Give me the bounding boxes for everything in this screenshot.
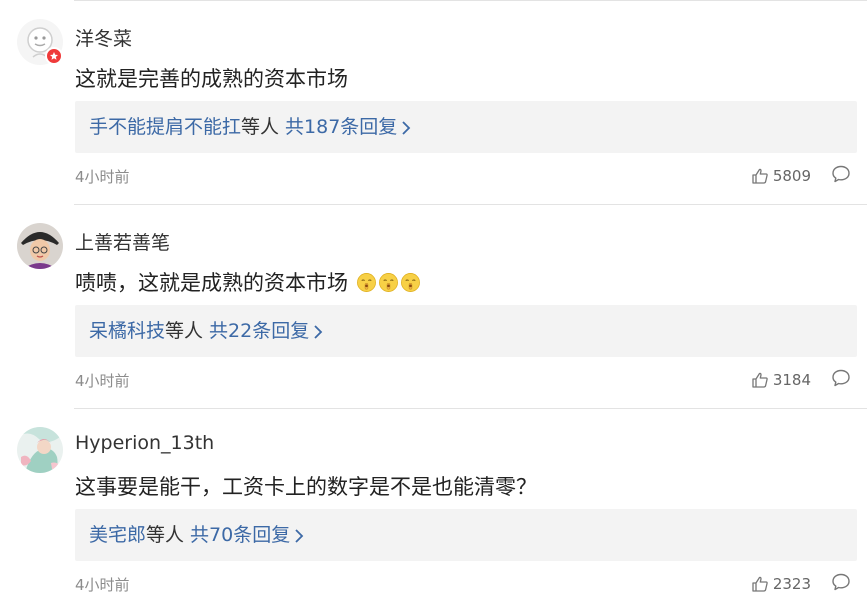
- username[interactable]: 上善若善笔: [75, 228, 170, 255]
- timestamp: 4小时前: [75, 576, 130, 594]
- reply-user-names[interactable]: 美宅郎: [89, 524, 146, 546]
- chevron-right-icon: [314, 324, 323, 339]
- reply-user-names[interactable]: 呆橘科技: [89, 320, 165, 342]
- comment-text: 这事要是能干，工资卡上的数字是不是也能清零？: [75, 475, 537, 499]
- comment-bubble-icon[interactable]: [831, 368, 851, 392]
- comment-item: 上善若善笔 啧啧，这就是成熟的资本市场 呆橘科技等人 共22条回复 4小时前 31…: [0, 204, 867, 408]
- chevron-right-icon: [295, 528, 304, 543]
- reply-count-link[interactable]: 共187条回复: [285, 116, 397, 138]
- reply-etc-label: 等人: [165, 320, 204, 342]
- username[interactable]: Hyperion_13th: [75, 432, 214, 454]
- reply-count-link[interactable]: 共70条回复: [190, 524, 290, 546]
- username[interactable]: 洋冬菜: [75, 24, 132, 51]
- thumbs-up-icon: [752, 576, 768, 592]
- comment-item: 洋冬菜 这就是完善的成熟的资本市场 手不能提肩不能扛等人 共187条回复 4小时前…: [0, 0, 867, 204]
- comment-bubble-icon[interactable]: [831, 164, 851, 188]
- divider: [74, 204, 867, 205]
- reply-user-names[interactable]: 手不能提肩不能扛: [89, 116, 241, 138]
- avatar[interactable]: [17, 223, 63, 269]
- comment-bubble-icon[interactable]: [831, 572, 851, 596]
- reply-etc-label: 等人: [146, 524, 185, 546]
- comment-item: Hyperion_13th 这事要是能干，工资卡上的数字是不是也能清零？ 美宅郎…: [0, 408, 867, 612]
- shush-emoji-icon: [400, 273, 420, 292]
- like-button[interactable]: 3184: [751, 369, 811, 391]
- timestamp: 4小时前: [75, 372, 130, 390]
- thumbs-up-icon: [752, 168, 768, 184]
- like-count: 3184: [772, 371, 811, 389]
- shush-emoji-icon: [356, 273, 376, 292]
- avatar[interactable]: [17, 427, 63, 473]
- vip-badge-icon: [45, 47, 63, 65]
- artwork-avatar: [17, 427, 63, 473]
- like-button[interactable]: 2323: [751, 573, 811, 595]
- comment-text: 这就是完善的成熟的资本市场: [75, 67, 348, 91]
- photo-avatar: [17, 223, 63, 269]
- like-button[interactable]: 5809: [751, 165, 811, 187]
- thumbs-up-icon: [752, 372, 768, 388]
- reply-summary[interactable]: 呆橘科技等人 共22条回复: [75, 305, 857, 357]
- divider: [74, 408, 867, 409]
- timestamp: 4小时前: [75, 168, 130, 186]
- comment-text-row: 啧啧，这就是成熟的资本市场: [75, 267, 421, 297]
- comment-text: 啧啧，这就是成熟的资本市场: [75, 271, 348, 295]
- like-count: 2323: [772, 575, 811, 593]
- reply-count-link[interactable]: 共22条回复: [209, 320, 309, 342]
- shush-emoji-icon: [378, 273, 398, 292]
- reply-summary[interactable]: 手不能提肩不能扛等人 共187条回复: [75, 101, 857, 153]
- chevron-right-icon: [402, 120, 411, 135]
- like-count: 5809: [772, 167, 811, 185]
- divider: [74, 0, 867, 1]
- reply-etc-label: 等人: [241, 116, 280, 138]
- reply-summary[interactable]: 美宅郎等人 共70条回复: [75, 509, 857, 561]
